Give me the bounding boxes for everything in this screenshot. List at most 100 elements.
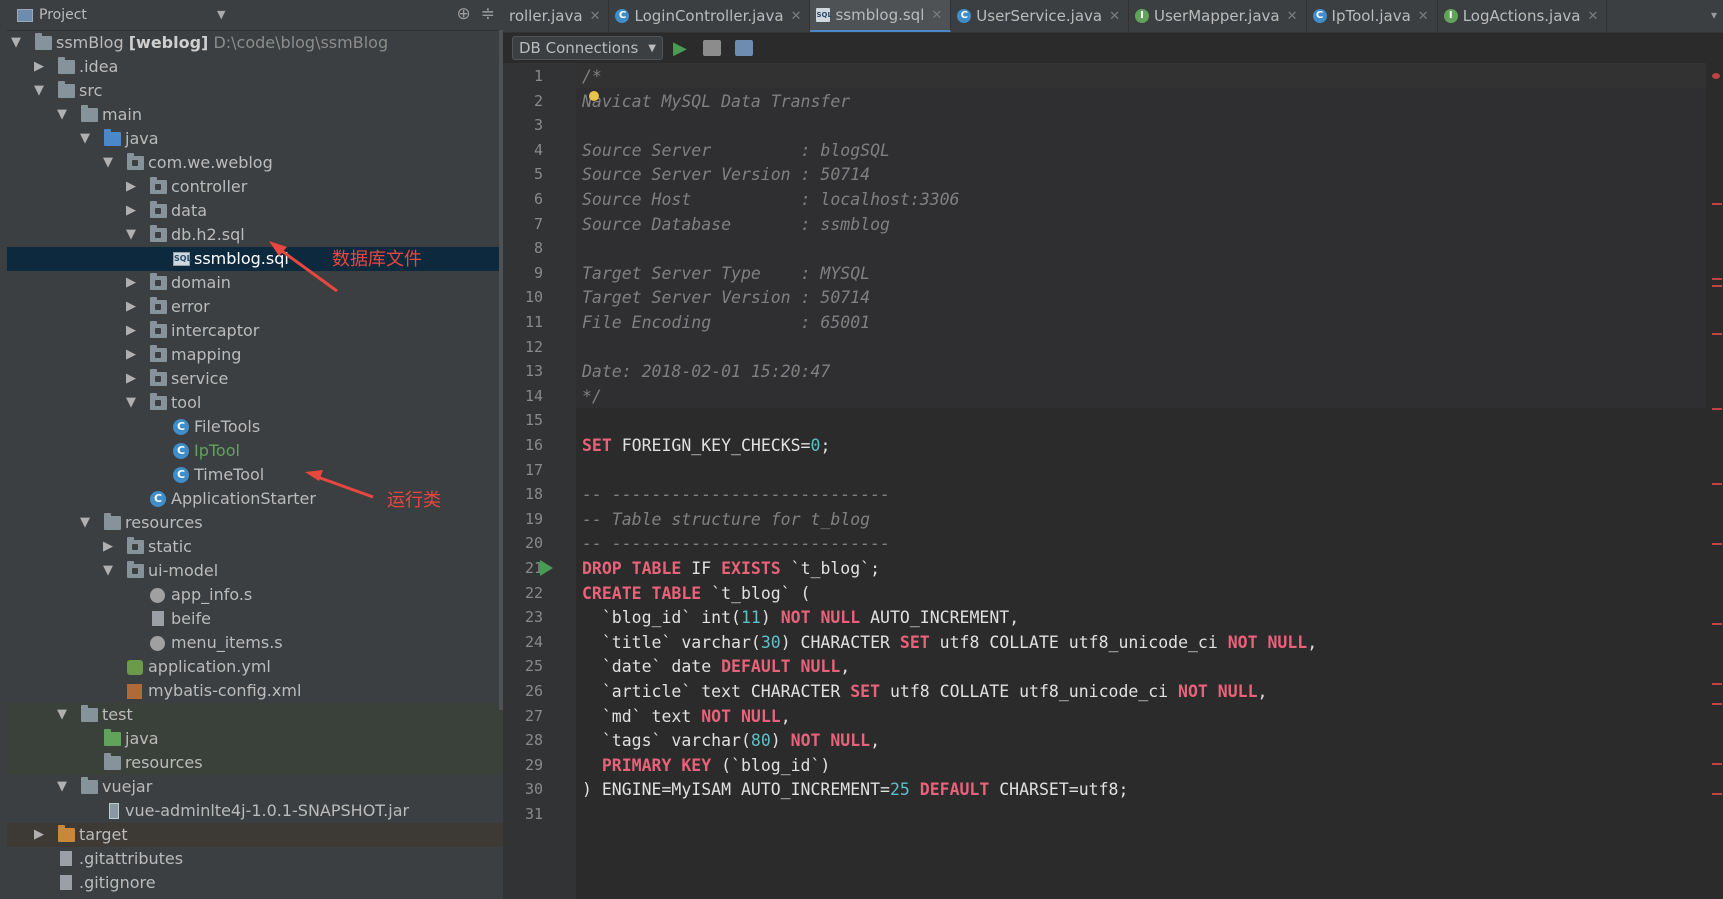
expand-arrow-icon[interactable]: ▼ [124, 391, 138, 415]
tree-row-target[interactable]: ▶ target [7, 823, 552, 847]
error-marker[interactable] [1712, 278, 1722, 280]
tree-row-menu-items[interactable]: menu_items.s [7, 631, 552, 655]
expand-arrow-icon[interactable]: ▼ [78, 511, 92, 535]
tree-row-vuejar[interactable]: ▼ vuejar [7, 775, 552, 799]
collapsed-arrow-icon[interactable]: ▶ [124, 343, 138, 367]
error-marker[interactable] [1712, 203, 1722, 205]
tree-row-tool[interactable]: ▼ tool [7, 391, 552, 415]
tree-row-domain[interactable]: ▶ domain [7, 271, 552, 295]
error-marker[interactable] [1712, 73, 1720, 79]
tree-row-test-java[interactable]: java [7, 727, 552, 751]
project-panel-title[interactable]: Project [39, 7, 87, 23]
execute-file-icon[interactable] [702, 40, 721, 56]
tree-row-ssmblog-sql[interactable]: SQL ssmblog.sql [7, 247, 552, 271]
tree-row-jar[interactable]: vue-adminlte4j-1.0.1-SNAPSHOT.jar [7, 799, 552, 823]
tab-userservice[interactable]: C UserService.java ✕ [951, 0, 1130, 32]
tree-row-resources[interactable]: ▼ resources [7, 511, 552, 535]
error-marker[interactable] [1712, 408, 1722, 410]
tree-row-test-resources[interactable]: resources [7, 751, 552, 775]
expand-arrow-icon[interactable]: ▼ [101, 559, 115, 583]
locate-icon[interactable]: ⊕ [456, 4, 470, 24]
tree-row-db-h2-sql[interactable]: ▼ db.h2.sql [7, 223, 552, 247]
tree-row-main[interactable]: ▼ main [7, 103, 552, 127]
tab-overflow-icon[interactable]: ▾ [1711, 8, 1717, 22]
tab-iptool[interactable]: C IpTool.java ✕ [1307, 0, 1438, 32]
collapsed-arrow-icon[interactable]: ▶ [124, 295, 138, 319]
collapsed-arrow-icon[interactable]: ▶ [124, 199, 138, 223]
run-statement-icon[interactable] [540, 560, 553, 576]
tree-row-gitattributes[interactable]: .gitattributes [7, 847, 552, 871]
expand-arrow-icon[interactable]: ▼ [32, 79, 46, 103]
tree-row-beife[interactable]: beife [7, 607, 552, 631]
tab-ssmblog-sql[interactable]: SQL ssmblog.sql ✕ [810, 0, 952, 32]
close-icon[interactable]: ✕ [590, 9, 601, 24]
expand-arrow-icon[interactable]: ▼ [55, 703, 69, 727]
tab-label: UserService.java [976, 7, 1103, 25]
tree-row-static[interactable]: ▶ static [7, 535, 552, 559]
tree-row-idea[interactable]: ▶ .idea [7, 55, 552, 79]
error-marker[interactable] [1712, 763, 1722, 765]
collapsed-arrow-icon[interactable]: ▶ [124, 271, 138, 295]
collapse-all-icon[interactable]: ≑ [481, 4, 495, 24]
tree-row-package[interactable]: ▼ com.we.weblog [7, 151, 552, 175]
chevron-down-icon[interactable]: ▼ [217, 8, 225, 21]
sql-keyword: NOT NULL [790, 731, 871, 751]
error-stripe[interactable] [1706, 63, 1723, 899]
collapsed-arrow-icon[interactable]: ▶ [124, 367, 138, 391]
close-icon[interactable]: ✕ [1418, 9, 1429, 24]
close-icon[interactable]: ✕ [1287, 9, 1298, 24]
expand-arrow-icon[interactable]: ▼ [101, 151, 115, 175]
tree-row-controller[interactable]: ▶ controller [7, 175, 552, 199]
expand-arrow-icon[interactable]: ▼ [124, 223, 138, 247]
error-marker[interactable] [1712, 793, 1722, 795]
tree-row-iptool[interactable]: C IpTool [7, 439, 552, 463]
tree-row-test[interactable]: ▼ test [7, 703, 552, 727]
close-icon[interactable]: ✕ [931, 8, 942, 23]
tab-logincontroller[interactable]: C LoginController.java ✕ [609, 0, 811, 32]
error-marker[interactable] [1712, 333, 1722, 335]
tree-row-error[interactable]: ▶ error [7, 295, 552, 319]
collapsed-arrow-icon[interactable]: ▶ [124, 319, 138, 343]
tree-row-gitignore[interactable]: .gitignore [7, 871, 552, 895]
tree-row-filetools[interactable]: C FileTools [7, 415, 552, 439]
error-marker[interactable] [1712, 683, 1722, 685]
tree-row-intercaptor[interactable]: ▶ intercaptor [7, 319, 552, 343]
tree-row-mybatis-config[interactable]: mybatis-config.xml [7, 679, 552, 703]
folder-icon [81, 105, 98, 122]
error-marker[interactable] [1712, 483, 1722, 485]
run-icon[interactable]: ▶ [673, 38, 687, 59]
close-icon[interactable]: ✕ [1109, 9, 1120, 24]
tree-row-ui-model[interactable]: ▼ ui-model [7, 559, 552, 583]
collapsed-arrow-icon[interactable]: ▶ [124, 175, 138, 199]
tree-row-application-yml[interactable]: application.yml [7, 655, 552, 679]
tree-row-timetool[interactable]: C TimeTool [7, 463, 552, 487]
tree-row-data[interactable]: ▶ data [7, 199, 552, 223]
tree-row-src[interactable]: ▼ src [7, 79, 552, 103]
collapsed-arrow-icon[interactable]: ▶ [32, 55, 46, 79]
db-connections-select[interactable]: DB Connections ▼ [512, 36, 663, 60]
tab-logactions[interactable]: I LogActions.java ✕ [1438, 0, 1608, 32]
tab-usermapper[interactable]: I UserMapper.java ✕ [1129, 0, 1307, 32]
error-marker[interactable] [1712, 543, 1722, 545]
error-marker[interactable] [1712, 285, 1722, 287]
tree-row-service[interactable]: ▶ service [7, 367, 552, 391]
error-marker[interactable] [1712, 703, 1722, 705]
tree-row-app-info[interactable]: app_info.s [7, 583, 552, 607]
collapsed-arrow-icon[interactable]: ▶ [101, 535, 115, 559]
expand-arrow-icon[interactable]: ▼ [55, 775, 69, 799]
tree-row-mapping[interactable]: ▶ mapping [7, 343, 552, 367]
error-marker[interactable] [1712, 623, 1722, 625]
close-icon[interactable]: ✕ [1587, 9, 1598, 24]
expand-arrow-icon[interactable]: ▼ [55, 103, 69, 127]
intention-bulb-icon[interactable] [589, 90, 599, 101]
expand-arrow-icon[interactable]: ▼ [78, 127, 92, 151]
close-icon[interactable]: ✕ [791, 9, 802, 24]
expand-arrow-icon[interactable]: ▼ [9, 31, 23, 55]
tree-row-applicationstarter[interactable]: C ApplicationStarter [7, 487, 552, 511]
tab-roller-java[interactable]: roller.java ✕ [503, 0, 610, 32]
collapsed-arrow-icon[interactable]: ▶ [32, 823, 46, 847]
tree-row-java[interactable]: ▼ java [7, 127, 552, 151]
settings-wrench-icon[interactable] [734, 40, 753, 56]
tree-row-ssmblog[interactable]: ▼ ssmBlog [weblog] D:\code\blog\ssmBlog [7, 31, 552, 55]
code-editor[interactable]: /* Navicat MySQL Data Transfer Source Serv… [576, 63, 1706, 899]
